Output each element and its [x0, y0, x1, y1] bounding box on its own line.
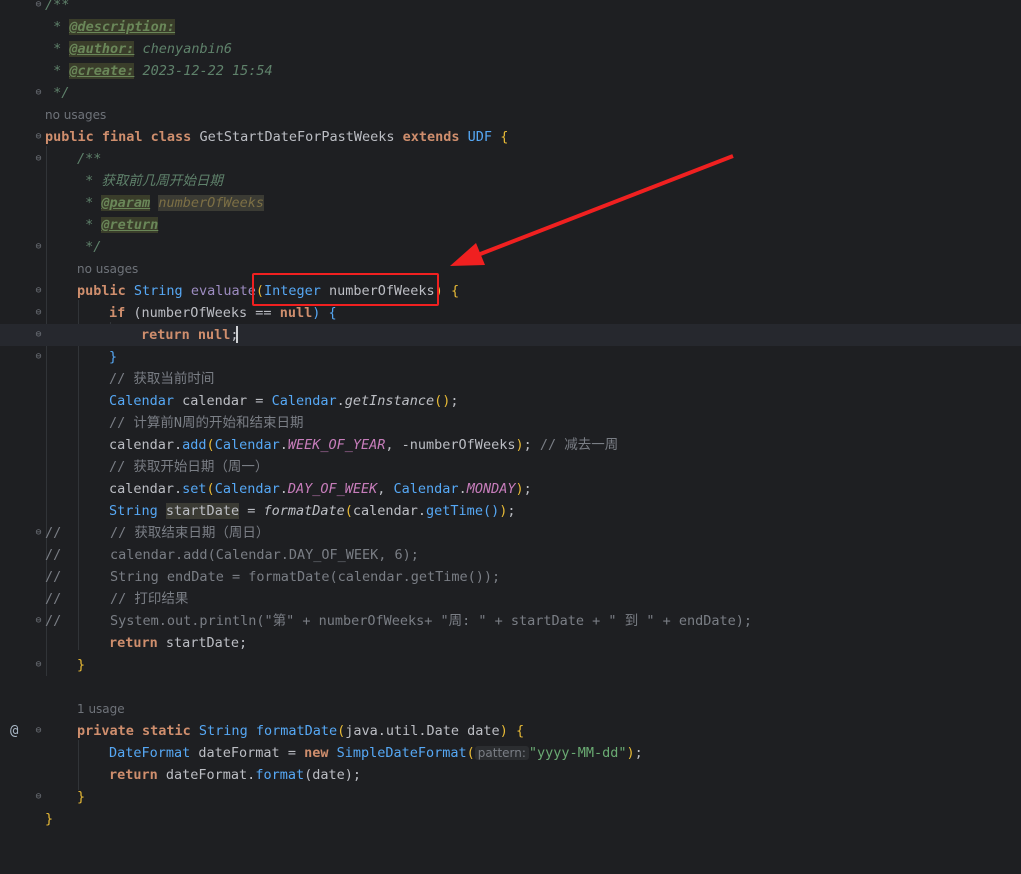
arrow-shaft [469, 154, 734, 260]
code-editor[interactable]: ⊖ /** * @description: * @author: chenyan… [0, 0, 1021, 836]
arrow-head [450, 243, 485, 266]
annotation-arrow [450, 154, 734, 266]
